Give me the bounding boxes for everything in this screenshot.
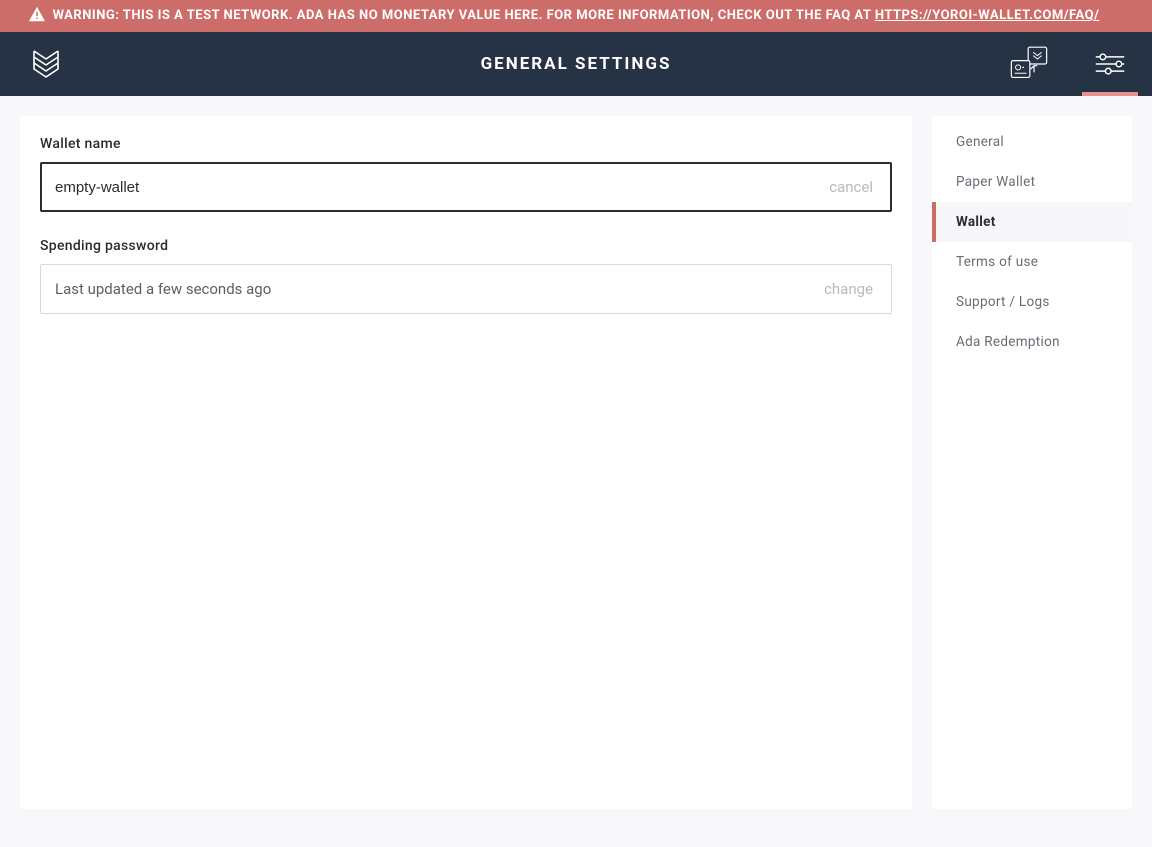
settings-main-panel: Wallet name cancel Spending password Las… (20, 116, 912, 809)
logo-button[interactable] (24, 32, 68, 96)
spending-password-field-box: Last updated a few seconds ago change (40, 264, 892, 314)
sidebar-item-support-logs[interactable]: Support / Logs (932, 282, 1132, 322)
page-title: GENERAL SETTINGS (481, 54, 672, 74)
yoroi-logo-icon (32, 47, 60, 81)
sidebar-item-paper-wallet[interactable]: Paper Wallet (932, 162, 1132, 202)
wallet-transfer-icon (1008, 45, 1050, 83)
warning-icon (28, 6, 46, 29)
wallet-name-group: Wallet name cancel (40, 136, 892, 212)
spending-password-status: Last updated a few seconds ago (55, 280, 271, 298)
wallet-transfer-button[interactable] (1000, 32, 1058, 96)
settings-sliders-icon (1094, 51, 1126, 77)
wallet-name-input[interactable] (55, 179, 829, 196)
warning-banner: WARNING: THIS IS A TEST NETWORK. ADA HAS… (0, 0, 1152, 32)
warning-text: WARNING: THIS IS A TEST NETWORK. ADA HAS… (53, 8, 875, 23)
spending-password-change-link[interactable]: change (824, 280, 873, 298)
settings-side-panel: General Paper Wallet Wallet Terms of use… (932, 116, 1132, 809)
spending-password-label: Spending password (40, 238, 892, 254)
top-navigation: GENERAL SETTINGS (0, 32, 1152, 96)
spending-password-group: Spending password Last updated a few sec… (40, 238, 892, 314)
sidebar-item-general[interactable]: General (932, 122, 1132, 162)
settings-button[interactable] (1086, 32, 1134, 96)
wallet-name-field-box: cancel (40, 162, 892, 212)
wallet-name-label: Wallet name (40, 136, 892, 152)
sidebar-item-wallet[interactable]: Wallet (932, 202, 1132, 242)
wallet-name-cancel-link[interactable]: cancel (829, 178, 873, 196)
settings-nav-list: General Paper Wallet Wallet Terms of use… (932, 122, 1132, 362)
warning-faq-link[interactable]: HTTPS://YOROI-WALLET.COM/FAQ/ (875, 8, 1100, 23)
sidebar-item-terms-of-use[interactable]: Terms of use (932, 242, 1132, 282)
sidebar-item-ada-redemption[interactable]: Ada Redemption (932, 322, 1132, 362)
